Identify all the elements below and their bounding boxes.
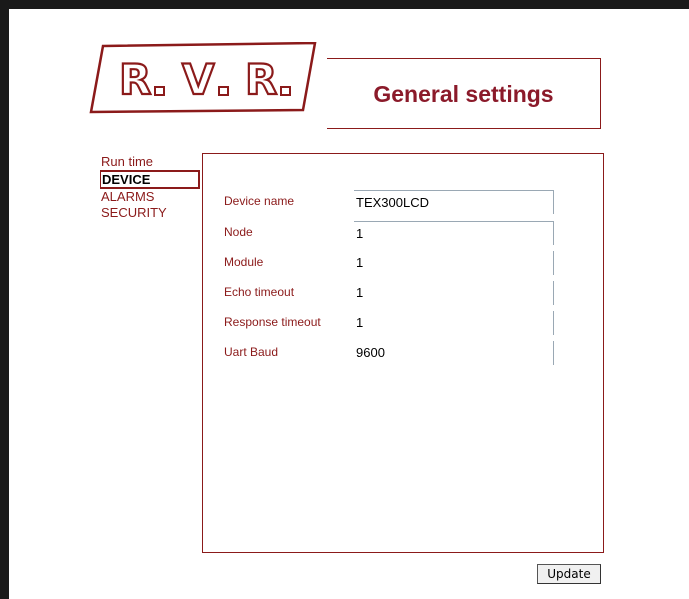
device-settings-panel: Device name TEX300LCD Node 1 Module 1 Ec… — [202, 153, 604, 553]
device-name-value: TEX300LCD — [356, 195, 429, 210]
module-label: Module — [224, 255, 264, 269]
setting-row-node: Node 1 — [203, 221, 603, 245]
module-field[interactable]: 1 — [354, 251, 554, 275]
uart-baud-value: 9600 — [356, 345, 385, 360]
module-value: 1 — [356, 255, 364, 270]
node-label: Node — [224, 225, 253, 239]
page-frame: R V R General settings Run time DEVICE A… — [0, 0, 689, 599]
uart-baud-field[interactable]: 9600 — [354, 341, 554, 365]
response-timeout-label: Response timeout — [224, 315, 321, 329]
setting-row-response-timeout: Response timeout 1 — [203, 311, 603, 335]
device-name-field[interactable]: TEX300LCD — [354, 190, 554, 214]
rvr-logo-graphic: R V R — [89, 41, 317, 114]
rvr-logo: R V R — [89, 41, 319, 114]
setting-row-module: Module 1 — [203, 251, 603, 275]
echo-timeout-value: 1 — [356, 285, 364, 300]
setting-row-echo-timeout: Echo timeout 1 — [203, 281, 603, 305]
echo-timeout-field[interactable]: 1 — [354, 281, 554, 305]
response-timeout-field[interactable]: 1 — [354, 311, 554, 335]
uart-baud-label: Uart Baud — [224, 345, 279, 359]
svg-text:R: R — [245, 55, 277, 104]
nav-item-security[interactable]: SECURITY — [100, 205, 202, 221]
device-name-label: Device name — [224, 194, 295, 208]
setting-row-device-name: Device name TEX300LCD — [203, 190, 603, 214]
page-title: General settings — [373, 81, 554, 107]
node-value: 1 — [356, 226, 364, 241]
nav-item-alarms[interactable]: ALARMS — [100, 189, 202, 205]
settings-nav: Run time DEVICE ALARMS SECURITY — [100, 154, 202, 221]
nav-item-run-time[interactable]: Run time — [100, 154, 202, 170]
node-field[interactable]: 1 — [354, 221, 554, 245]
setting-row-uart-baud: Uart Baud 9600 — [203, 341, 603, 365]
nav-item-device[interactable]: DEVICE — [100, 170, 200, 189]
response-timeout-value: 1 — [356, 315, 364, 330]
echo-timeout-label: Echo timeout — [224, 285, 295, 299]
svg-text:R: R — [119, 55, 151, 104]
svg-text:V: V — [182, 55, 215, 104]
header-box: General settings — [327, 58, 601, 129]
update-button[interactable]: Update — [537, 564, 601, 584]
